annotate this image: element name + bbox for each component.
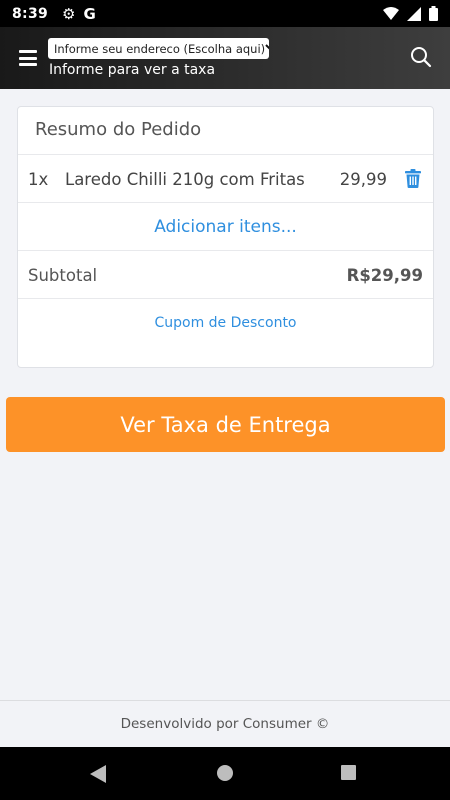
subtotal-value: R$29,99 <box>346 265 423 285</box>
footer-credit: Desenvolvido por Consumer © <box>0 700 450 747</box>
recents-icon[interactable] <box>341 765 356 780</box>
order-summary-title: Resumo do Pedido <box>35 119 202 140</box>
add-items-link[interactable]: Adicionar itens... <box>18 203 433 251</box>
gear-icon: ⚙ <box>62 4 76 23</box>
address-select[interactable]: Informe seu endereco (Escolha aqui) <box>48 38 269 59</box>
signal-icon <box>407 6 421 21</box>
delivery-fee-hint: Informe para ver a taxa <box>49 62 216 78</box>
address-select-label: Informe seu endereco (Escolha aqui) <box>54 41 266 56</box>
coupon-link[interactable]: Cupom de Desconto <box>18 299 433 347</box>
subtotal-label: Subtotal <box>28 265 98 285</box>
clock: 8:39 <box>12 5 49 22</box>
order-summary-card: Resumo do Pedido 1x Laredo Chilli 210g c… <box>17 106 434 368</box>
hamburger-icon[interactable] <box>19 50 37 66</box>
status-bar: 8:39 ⚙ G <box>0 0 450 27</box>
back-icon[interactable] <box>90 765 106 783</box>
home-icon[interactable] <box>217 765 233 781</box>
item-name: Laredo Chilli 210g com Fritas <box>65 169 305 189</box>
subtotal-row: Subtotal R$29,99 <box>18 251 433 299</box>
search-icon[interactable] <box>409 45 433 69</box>
navigation-bar <box>0 747 450 800</box>
google-icon: G <box>83 4 96 23</box>
order-item-row: 1x Laredo Chilli 210g com Fritas 29,99 <box>18 155 433 203</box>
chevron-down-icon <box>265 43 269 54</box>
trash-icon[interactable] <box>405 169 421 188</box>
item-price: 29,99 <box>339 169 387 189</box>
app-header: Informe seu endereco (Escolha aqui) Info… <box>0 27 450 89</box>
wifi-icon <box>383 7 399 20</box>
battery-icon <box>429 6 438 21</box>
item-quantity: 1x <box>28 169 49 189</box>
view-delivery-fee-button[interactable]: Ver Taxa de Entrega <box>6 397 445 452</box>
